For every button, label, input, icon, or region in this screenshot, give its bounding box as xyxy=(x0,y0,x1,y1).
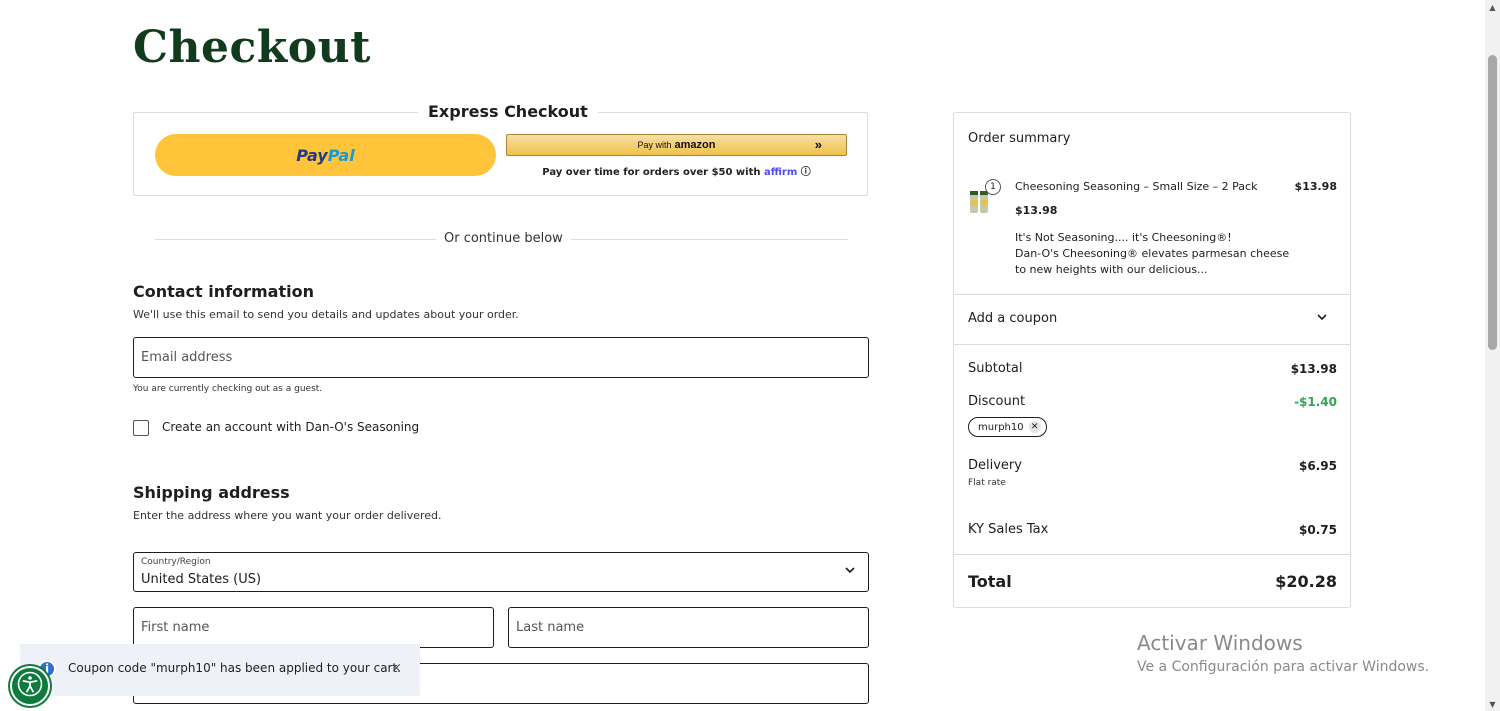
product-description-line: to new heights with our delicious... xyxy=(1015,263,1208,276)
info-circle-icon[interactable]: ⓘ xyxy=(801,167,811,178)
chevron-down-icon xyxy=(1316,311,1328,326)
country-select[interactable]: Country/Region United States (US) xyxy=(133,552,869,592)
product-description: It's Not Seasoning.... it's Cheesoning®!… xyxy=(1015,230,1295,278)
delivery-value: $6.95 xyxy=(1299,459,1337,473)
affirm-text: Pay over time for orders over $50 with xyxy=(542,167,761,178)
create-account-checkbox[interactable] xyxy=(133,420,149,436)
coupon-code: murph10 xyxy=(978,421,1024,433)
add-coupon-label: Add a coupon xyxy=(968,311,1058,326)
summary-divider xyxy=(954,344,1350,345)
contact-section-title: Contact information xyxy=(133,282,314,301)
express-checkout-heading: Express Checkout xyxy=(418,102,598,121)
product-description-line: It's Not Seasoning.... it's Cheesoning®! xyxy=(1015,231,1232,244)
amazon-logo: amazon xyxy=(674,139,716,151)
subtotal-label: Subtotal xyxy=(968,361,1023,376)
toast-message: Coupon code "murph10" has been applied t… xyxy=(68,661,401,675)
scroll-down-arrow-icon[interactable]: ▼ xyxy=(1488,700,1497,709)
email-field[interactable] xyxy=(133,337,869,378)
contact-section-description: We'll use this email to send you details… xyxy=(133,308,519,321)
windows-activation-message: Ve a Configuración para activar Windows. xyxy=(1137,659,1430,675)
accessibility-icon xyxy=(17,671,43,701)
shipping-section-title: Shipping address xyxy=(133,483,290,502)
windows-activation-title: Activar Windows xyxy=(1137,631,1303,655)
product-name: Cheesoning Seasoning – Small Size – 2 Pa… xyxy=(1015,180,1258,193)
first-name-field[interactable] xyxy=(133,607,494,648)
chevron-down-icon xyxy=(844,564,856,579)
close-icon[interactable]: × xyxy=(391,661,402,676)
summary-divider xyxy=(954,554,1350,555)
guest-note: You are currently checking out as a gues… xyxy=(133,384,323,394)
quantity-badge: 1 xyxy=(985,179,1001,195)
affirm-logo: affirm xyxy=(763,167,798,178)
delivery-method: Flat rate xyxy=(968,478,1006,488)
total-label: Total xyxy=(968,572,1012,591)
country-value: United States (US) xyxy=(141,572,262,587)
double-chevron-right-icon: » xyxy=(814,137,822,152)
product-unit-price: $13.98 xyxy=(1015,204,1058,217)
paypal-button[interactable]: Pay Pal xyxy=(155,134,496,176)
summary-divider xyxy=(954,294,1350,295)
scroll-up-arrow-icon[interactable]: ▲ xyxy=(1488,3,1497,12)
affirm-message: Pay over time for orders over $50 with a… xyxy=(506,163,847,178)
add-coupon-toggle[interactable]: Add a coupon xyxy=(968,311,1338,326)
paypal-logo-part2: Pal xyxy=(327,145,355,165)
product-description-line: Dan-O's Cheesoning® elevates parmesan ch… xyxy=(1015,247,1290,260)
divider-text: Or continue below xyxy=(436,231,571,246)
last-name-field[interactable] xyxy=(508,607,869,648)
product-line-total: $13.98 xyxy=(1294,180,1337,193)
subtotal-value: $13.98 xyxy=(1290,362,1337,376)
amazon-pay-text: Pay with xyxy=(637,140,672,150)
remove-coupon-icon[interactable]: ✕ xyxy=(1028,421,1041,433)
create-account-label[interactable]: Create an account with Dan-O's Seasoning xyxy=(162,420,419,434)
order-summary-title: Order summary xyxy=(968,131,1071,146)
applied-coupon-chip: murph10 ✕ xyxy=(968,417,1047,437)
discount-label: Discount xyxy=(968,394,1026,409)
shipping-section-description: Enter the address where you want your or… xyxy=(133,509,442,522)
tax-value: $0.75 xyxy=(1299,523,1337,537)
country-label: Country/Region xyxy=(141,557,211,567)
paypal-logo-part1: Pay xyxy=(296,145,328,165)
discount-value: -$1.40 xyxy=(1294,395,1337,409)
total-value: $20.28 xyxy=(1275,572,1337,591)
accessibility-button[interactable] xyxy=(10,666,50,706)
delivery-label: Delivery xyxy=(968,458,1022,473)
tax-label: KY Sales Tax xyxy=(968,522,1049,537)
amazon-pay-button[interactable]: Pay with amazon » xyxy=(506,134,847,156)
page-title: Checkout xyxy=(133,22,371,73)
scrollbar-thumb[interactable] xyxy=(1488,55,1497,350)
